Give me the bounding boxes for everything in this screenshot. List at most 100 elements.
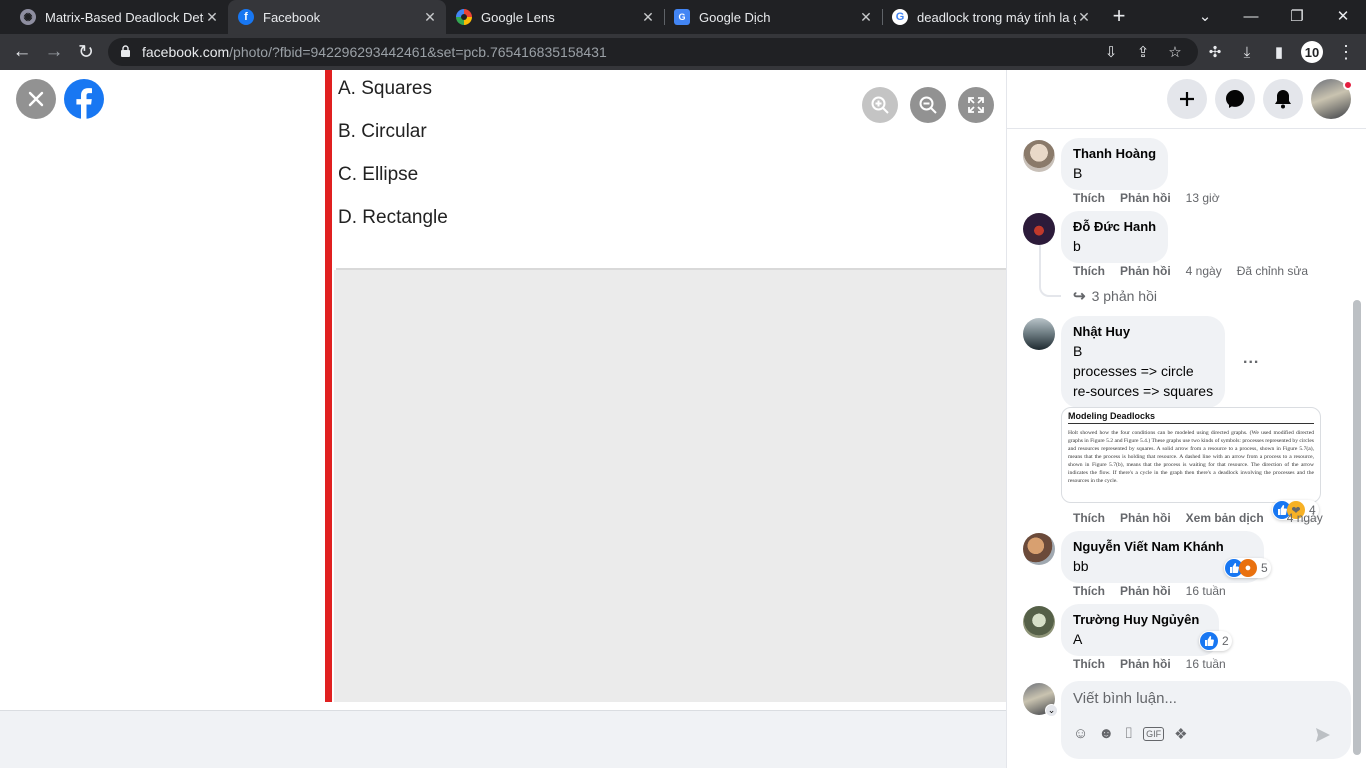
chevron-down-icon[interactable]: ⌄ (1045, 704, 1058, 717)
option-c: C. Ellipse (338, 164, 419, 185)
zoom-out-button[interactable] (910, 87, 946, 123)
tab-chatgpt[interactable]: ✺ Matrix-Based Deadlock Dete ✕ (10, 0, 228, 34)
reaction-summary[interactable]: ● 5 (1224, 558, 1271, 578)
avatar-sticker-icon[interactable]: ☺ (1073, 725, 1088, 743)
new-tab-button[interactable]: + (1096, 0, 1142, 32)
send-icon[interactable] (1315, 727, 1331, 743)
close-tab-icon[interactable]: ✕ (1076, 9, 1092, 26)
reply-arrow-icon: ↪ (1073, 288, 1086, 305)
reply-link[interactable]: Phản hồi (1120, 191, 1171, 205)
menu-icon[interactable]: ⋮ (1332, 38, 1360, 66)
reply-link[interactable]: Phản hồi (1120, 264, 1171, 278)
see-translation-link[interactable]: Xem bản dịch (1186, 511, 1264, 525)
header-divider (1007, 128, 1366, 129)
facebook-photo-viewer: A. Squares B. Circular C. Ellipse D. Rec… (0, 70, 1366, 768)
avatar[interactable] (1023, 606, 1055, 638)
tab-google-lens[interactable]: Google Lens ✕ (446, 0, 664, 34)
commenter-name[interactable]: Thanh Hoàng (1073, 145, 1156, 163)
google-icon: G (892, 9, 908, 25)
close-viewer-button[interactable] (16, 79, 56, 119)
facebook-home-logo[interactable] (64, 79, 104, 119)
tab-title: Facebook (263, 9, 321, 25)
commenter-name[interactable]: Đỗ Đức Hanh (1073, 218, 1156, 236)
minimize-icon[interactable]: — (1228, 0, 1274, 32)
comment-composer[interactable]: Viết bình luận... ☺ ☻ ⌷ GIF ❖ (1061, 681, 1351, 759)
close-tab-icon[interactable]: ✕ (204, 9, 220, 26)
reaction-summary[interactable]: 2 (1199, 631, 1232, 651)
comment-bubble: Đỗ Đức Hanh b (1061, 211, 1169, 263)
avatar[interactable] (1023, 213, 1055, 245)
edited-label: Đã chỉnh sửa (1236, 264, 1309, 278)
like-reaction-icon (1200, 632, 1218, 650)
emoji-icon[interactable]: ☻ (1098, 725, 1114, 743)
comment-actions: Thích Phản hồi 4 ngày Đã chỉnh sửa (1073, 264, 1323, 278)
comment-time[interactable]: 4 ngày (1287, 511, 1323, 525)
comment-time[interactable]: 16 tuần (1186, 657, 1226, 671)
close-icon (28, 91, 44, 107)
comment-time[interactable]: 13 giờ (1186, 191, 1220, 205)
lock-icon (121, 45, 130, 57)
comment-input-placeholder[interactable]: Viết bình luận... (1073, 690, 1177, 707)
tab-title: Google Dịch (699, 9, 771, 25)
view-replies-link[interactable]: ↪ 3 phản hồi (1073, 287, 1157, 305)
camera-icon[interactable]: ⌷ (1124, 725, 1133, 743)
comment-image-attachment[interactable]: Modeling Deadlocks Holt showed how the f… (1061, 407, 1321, 503)
google-lens-icon (456, 9, 472, 25)
extensions-icon[interactable]: ✣ (1201, 38, 1229, 66)
photo-grey-area (334, 270, 1006, 702)
close-window-icon[interactable]: ✕ (1320, 0, 1366, 32)
commenter-name[interactable]: Nhật Huy (1073, 323, 1213, 341)
close-tab-icon[interactable]: ✕ (858, 9, 874, 26)
avatar[interactable] (1023, 318, 1055, 350)
side-panel-icon[interactable]: ▮ (1265, 38, 1293, 66)
url-path: /photo/?fbid=942296293442461&set=pcb.765… (229, 44, 607, 60)
close-tab-icon[interactable]: ✕ (640, 9, 656, 26)
commenter-name[interactable]: Nguyễn Viết Nam Khánh (1073, 538, 1224, 556)
reply-link[interactable]: Phản hồi (1120, 584, 1171, 598)
share-icon[interactable]: ⇪ (1129, 38, 1157, 66)
like-link[interactable]: Thích (1073, 191, 1105, 205)
profile-badge[interactable]: 10 (1298, 38, 1326, 66)
close-tab-icon[interactable]: ✕ (422, 9, 438, 26)
tab-facebook[interactable]: f Facebook ✕ (228, 0, 446, 34)
more-options-icon[interactable]: ... (1243, 350, 1259, 368)
replies-count: 3 phản hồi (1091, 288, 1157, 304)
notification-dot (1343, 80, 1353, 90)
comment-actions: Thích Phản hồi Xem bản dịch 4 ngày (1073, 511, 1338, 525)
commenter-name[interactable]: Trường Huy Ngủyên (1073, 611, 1199, 629)
tab-google-search[interactable]: G deadlock trong máy tính la g ✕ (882, 0, 1100, 34)
notifications-button[interactable] (1263, 79, 1303, 119)
forward-icon[interactable]: → (40, 38, 68, 66)
install-app-icon[interactable]: ⇩ (1097, 38, 1125, 66)
comments-scrollbar[interactable] (1353, 300, 1361, 755)
option-b: B. Circular (338, 121, 427, 142)
back-icon[interactable]: ← (8, 38, 36, 66)
restore-icon[interactable]: ❐ (1274, 0, 1320, 32)
avatar[interactable] (1023, 533, 1055, 565)
downloads-icon[interactable]: ⤓ (1233, 38, 1261, 66)
messenger-button[interactable] (1215, 79, 1255, 119)
like-link[interactable]: Thích (1073, 511, 1105, 525)
reply-link[interactable]: Phản hồi (1120, 511, 1171, 525)
zoom-in-button[interactable] (862, 87, 898, 123)
like-link[interactable]: Thích (1073, 264, 1105, 278)
gif-icon[interactable]: GIF (1143, 727, 1165, 741)
comments-pane: Thanh Hoàng B Thích Phản hồi 13 giờ Đỗ Đ… (1006, 70, 1366, 768)
fullscreen-button[interactable] (958, 87, 994, 123)
like-link[interactable]: Thích (1073, 657, 1105, 671)
avatar[interactable] (1023, 140, 1055, 172)
sticker-icon[interactable]: ❖ (1174, 725, 1187, 743)
create-button[interactable] (1167, 79, 1207, 119)
url-bar[interactable]: facebook.com/photo/?fbid=942296293442461… (108, 38, 1198, 66)
messenger-icon (1226, 90, 1244, 108)
like-link[interactable]: Thích (1073, 584, 1105, 598)
comment-time[interactable]: 4 ngày (1186, 264, 1222, 278)
tab-search-icon[interactable]: ⌄ (1182, 0, 1228, 32)
facebook-logo-icon (76, 88, 92, 119)
bookmark-star-icon[interactable]: ☆ (1161, 38, 1189, 66)
tab-google-translate[interactable]: G Google Dịch ✕ (664, 0, 882, 34)
reload-icon[interactable]: ↻ (72, 38, 100, 66)
comment-time[interactable]: 16 tuần (1186, 584, 1226, 598)
option-d: D. Rectangle (338, 207, 448, 228)
reply-link[interactable]: Phản hồi (1120, 657, 1171, 671)
